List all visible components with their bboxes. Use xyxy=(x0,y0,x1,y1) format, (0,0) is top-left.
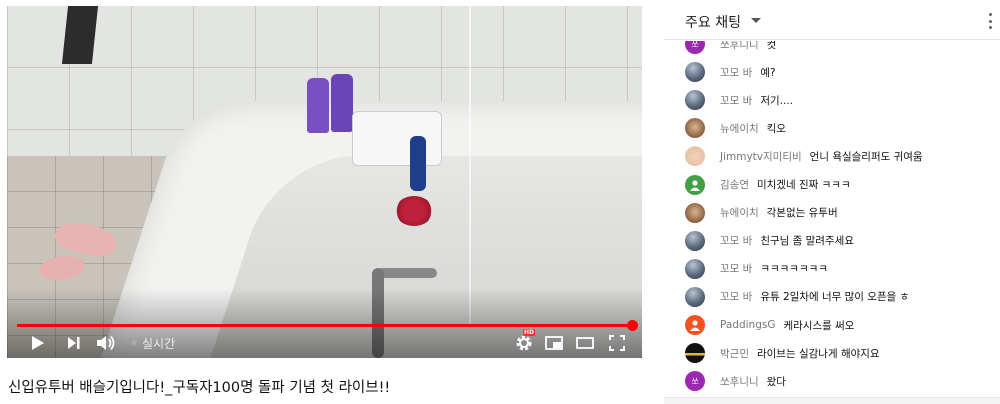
shampoo-bottle xyxy=(410,136,426,191)
chat-message[interactable]: 꼬모 바 친구님 좀 말려주세요 xyxy=(664,228,1000,254)
chat-message-text: 언니 욕실슬리퍼도 귀여움 xyxy=(809,150,923,163)
avatar[interactable] xyxy=(685,315,705,335)
window-opening xyxy=(61,6,99,64)
miniplayer-icon xyxy=(545,336,563,350)
avatar[interactable]: 쏘 xyxy=(685,41,705,54)
chat-message-list[interactable]: 쏘 쏘후니니 컷 꼬모 바 예? 꼬모 바 저기.... 뉴에이치 킥오 Jimmytv지미티비 언… xyxy=(664,41,1000,397)
avatar[interactable] xyxy=(685,174,705,195)
chat-message[interactable]: Jimmytv지미티비 언니 욕실슬리퍼도 귀여움 xyxy=(664,143,1000,169)
chat-author[interactable]: 김송연 xyxy=(720,177,749,192)
next-button[interactable] xyxy=(65,332,83,354)
grab-rail xyxy=(377,268,437,278)
chat-message[interactable]: PaddingsG 케라시스를 써오 xyxy=(664,312,1000,338)
chat-author[interactable]: 꼬모 바 xyxy=(720,65,752,80)
progress-bar[interactable] xyxy=(17,320,638,331)
avatar[interactable] xyxy=(685,202,705,223)
chat-input-area xyxy=(664,397,1000,404)
settings-button[interactable]: HD xyxy=(513,329,536,354)
play-icon xyxy=(32,336,44,350)
chat-message-text: 예? xyxy=(760,66,776,79)
chat-message[interactable]: 꼬모 바 예? xyxy=(664,59,1000,85)
avatar[interactable]: 쏘 xyxy=(685,371,705,392)
chat-message-text: 컷 xyxy=(766,41,777,51)
chat-message-text: 친구님 좀 말려주세요 xyxy=(760,235,854,248)
avatar[interactable] xyxy=(685,90,705,111)
live-label[interactable]: 실시간 xyxy=(142,335,175,352)
more-options-icon[interactable] xyxy=(988,13,992,29)
chat-message-text: 각본없는 유투버 xyxy=(766,207,838,220)
chat-mode-selector[interactable]: 주요 채팅 xyxy=(685,12,741,32)
chat-author[interactable]: 쏘후니니 xyxy=(720,41,759,52)
fullscreen-icon xyxy=(609,335,625,351)
chat-message-text: 킥오 xyxy=(766,122,786,135)
chat-message-text: ㅋㅋㅋㅋㅋㅋㅋ xyxy=(760,263,828,276)
volume-icon xyxy=(97,335,115,351)
glass-partition xyxy=(469,6,471,326)
bath-flower xyxy=(395,196,433,226)
live-indicator-dot xyxy=(132,340,137,345)
caddy-basket xyxy=(352,111,442,166)
chat-message[interactable]: 쏘 쏘후니니 왔다 xyxy=(664,368,1000,394)
chat-message-text: 저기.... xyxy=(760,94,793,107)
chat-author[interactable]: 박근민 xyxy=(720,346,749,361)
chat-message-text: 왔다 xyxy=(766,375,786,388)
chat-message-text: 라이브는 실감나게 해야지요 xyxy=(756,347,880,360)
live-chat-panel: 주요 채팅 쏘 쏘후니니 컷 꼬모 바 예? 꼬모 바 저기.... 뉴에이치 킥오 Jimmyt… xyxy=(664,0,1000,404)
fullscreen-button[interactable] xyxy=(607,332,627,354)
chevron-down-icon[interactable] xyxy=(751,18,761,23)
hd-badge: HD xyxy=(523,329,536,336)
avatar[interactable] xyxy=(685,230,705,251)
chat-message[interactable]: 쏘 쏘후니니 컷 xyxy=(664,41,1000,57)
avatar[interactable] xyxy=(685,118,705,139)
chat-author[interactable]: 꼬모 바 xyxy=(720,289,752,304)
chat-message[interactable]: 뉴에이치 각본없는 유투버 xyxy=(664,200,1000,226)
chat-author[interactable]: PaddingsG xyxy=(720,319,775,331)
avatar[interactable] xyxy=(685,343,705,364)
volume-button[interactable] xyxy=(95,332,117,354)
avatar[interactable] xyxy=(685,62,705,83)
chat-author[interactable]: 뉴에이치 xyxy=(720,121,759,136)
avatar[interactable] xyxy=(685,286,705,307)
theater-icon xyxy=(576,337,594,349)
chat-author[interactable]: 뉴에이치 xyxy=(720,205,759,220)
theater-mode-button[interactable] xyxy=(575,332,595,354)
chat-author[interactable]: 쏘후니니 xyxy=(720,374,759,389)
avatar[interactable] xyxy=(685,146,705,167)
chat-header: 주요 채팅 xyxy=(664,0,1000,40)
spray-bottle xyxy=(307,78,329,133)
chat-message-text: 케라시스를 써오 xyxy=(783,319,855,332)
progress-fill xyxy=(17,324,632,327)
chat-author[interactable]: 꼬모 바 xyxy=(720,93,752,108)
chat-message[interactable]: 꼬모 바 유튜 2일차에 너무 많이 오픈을 ㅎ xyxy=(664,284,1000,310)
miniplayer-button[interactable] xyxy=(544,332,564,354)
page: 실시간 HD 신입유투버 배슬기입니다!_구독자100명 돌파 기념 첫 라이브… xyxy=(0,0,1000,404)
spray-bottle xyxy=(331,74,353,132)
avatar[interactable] xyxy=(685,258,705,279)
chat-message[interactable]: 꼬모 바 저기.... xyxy=(664,87,1000,113)
chat-message[interactable]: 뉴에이치 킥오 xyxy=(664,115,1000,141)
chat-author[interactable]: Jimmytv지미티비 xyxy=(720,149,802,164)
gear-icon xyxy=(516,335,532,351)
chat-message[interactable]: 박근민 라이브는 실감나게 해야지요 xyxy=(664,340,1000,366)
chat-message[interactable]: 꼬모 바 ㅋㅋㅋㅋㅋㅋㅋ xyxy=(664,256,1000,282)
chat-message-text: 미치겠네 진짜 ㅋㅋㅋ xyxy=(756,179,851,191)
chat-author[interactable]: 꼬모 바 xyxy=(720,233,752,248)
skip-next-icon xyxy=(68,337,80,349)
chat-message[interactable]: 김송연 미치겠네 진짜 ㅋㅋㅋ xyxy=(664,172,1000,198)
video-title: 신입유투버 배슬기입니다!_구독자100명 돌파 기념 첫 라이브!! xyxy=(8,380,391,396)
progress-scrubber[interactable] xyxy=(627,320,638,331)
video-player[interactable]: 실시간 HD xyxy=(7,6,642,358)
chat-author[interactable]: 꼬모 바 xyxy=(720,261,752,276)
play-button[interactable] xyxy=(29,332,47,354)
chat-message-text: 유튜 2일차에 너무 많이 오픈을 ㅎ xyxy=(760,291,910,304)
